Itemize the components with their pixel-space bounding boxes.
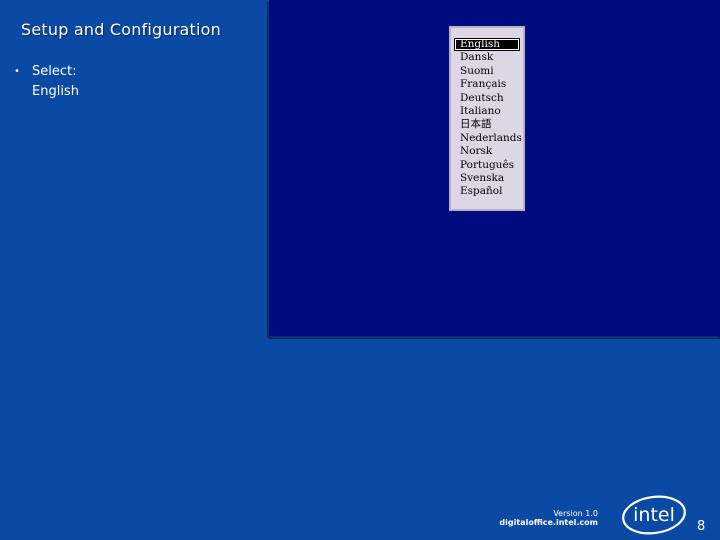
bullet-value: English (32, 84, 79, 99)
setup-screen: English Dansk Suomi Français Deutsch Ita… (269, 0, 720, 336)
language-option[interactable]: 日本語 (454, 118, 520, 131)
bullet-item: • Select: (14, 62, 79, 82)
bullet-label: Select: (32, 64, 77, 79)
slide-title: Setup and Configuration (21, 20, 221, 39)
bullet-dot-icon: • (14, 66, 20, 77)
language-option[interactable]: Dansk (454, 51, 520, 64)
language-option[interactable]: Norsk (454, 145, 520, 158)
language-option[interactable]: English (454, 38, 520, 52)
intel-logo-text: intel (633, 504, 675, 526)
language-option[interactable]: Svenska (454, 172, 520, 185)
language-option[interactable]: Italiano (454, 105, 520, 118)
language-menu[interactable]: English Dansk Suomi Français Deutsch Ita… (449, 26, 525, 211)
intel-logo-icon: intel (622, 495, 686, 535)
language-option[interactable]: Español (454, 185, 520, 198)
language-option[interactable]: Deutsch (454, 92, 520, 105)
language-option[interactable]: Português (454, 159, 520, 172)
bullet-list: • Select: English (14, 62, 79, 102)
footer-url: digitaloffice.intel.com (499, 518, 598, 527)
language-option[interactable]: Suomi (454, 65, 520, 78)
page-number: 8 (697, 519, 706, 534)
language-option[interactable]: Nederlands (454, 132, 522, 145)
language-option[interactable]: Français (454, 78, 520, 91)
